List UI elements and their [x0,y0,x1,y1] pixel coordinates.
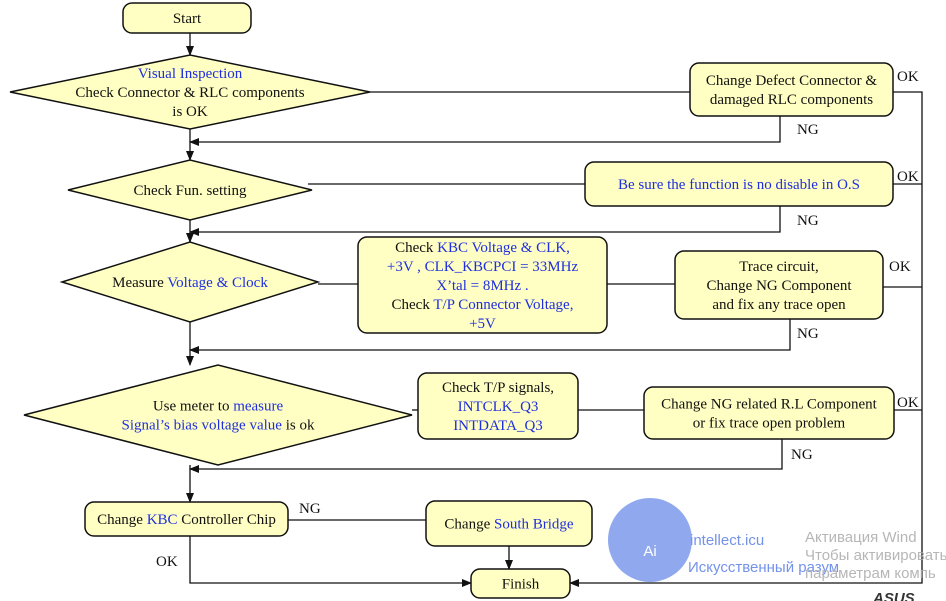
node-rl: Change NG related R.L Component or fix tr… [643,386,895,440]
node-text: +3V , CLK_KBCPCI = 33MHz [387,259,579,275]
node-text-line: Start [173,11,202,27]
edge-label-ng2: NG [797,213,819,229]
node-text: Use meter to [153,399,233,415]
flowchart: Start Visual Inspection Check Connector & … [9,2,946,601]
edge-label-ok1: OK [897,69,919,85]
node-text-line: Change NG related R.L Component [661,397,877,413]
watermark-logo-icon [608,498,692,582]
edge-label-ok3: OK [889,259,911,275]
node-text: damaged RLC components [710,92,873,108]
node-text: Visual Inspection [138,66,243,82]
node-sure: Be sure the function is no disable in O.… [584,161,894,207]
node-text-line: +3V , CLK_KBCPCI = 33MHz [387,259,579,275]
edge-label-ng3: NG [797,326,819,342]
node-text: is ok [282,418,315,434]
watermark-logo-mark: Ai [643,543,656,560]
node-kbc: Change KBC Controller Chip [84,501,289,537]
node-text: Check [395,240,437,256]
node-text: +5V [469,316,496,332]
node-text: Change Defect Connector & [706,73,878,89]
node-defect: Change Defect Connector & damaged RLC com… [689,62,894,117]
node-text-line: Visual Inspection [138,66,243,82]
process-box [689,62,894,117]
node-text-line: Use meter to measure [153,399,284,415]
node-text: Change [444,517,494,533]
node-text-line: Change South Bridge [444,517,574,533]
node-text: Check Fun. setting [134,183,247,199]
node-tp: Check T/P signals, INTCLK_Q3 INTDATA_Q3 [417,372,579,440]
edge-label-ok4: OK [897,395,919,411]
node-text: and fix any trace open [712,297,846,313]
activation-line: параметрам компь [805,565,936,582]
node-sb: Change South Bridge [425,500,593,547]
node-text: T/P Connector Voltage, [433,297,573,313]
node-text-line: X’tal = 8MHz . [436,278,528,294]
node-trace: Trace circuit, Change NG Component and fix… [674,250,884,320]
brand-logo: ASUS [872,590,915,601]
node-text: INTDATA_Q3 [453,418,543,434]
node-fun: Check Fun. setting [67,159,313,221]
edge-label-ng5: NG [299,501,321,517]
node-text-line: Change KBC Controller Chip [97,512,276,528]
watermark-text: intellect.icu [690,532,764,549]
activation-line: Чтобы активировать [805,547,946,564]
node-text: South Bridge [494,517,574,533]
node-text-line: and fix any trace open [712,297,846,313]
node-text-line: Check T/P signals, [442,380,554,396]
node-text-line: Signal’s bias voltage value is ok [122,418,315,434]
decision-diamond [23,364,413,466]
node-text: X’tal = 8MHz . [436,278,528,294]
node-text: Measure [112,275,167,291]
node-text: KBC [147,512,178,528]
node-text: Check T/P signals, [442,380,554,396]
edge-label-ng1: NG [797,122,819,138]
activation-title: Активация Wind [805,529,917,546]
node-text: INTCLK_Q3 [458,399,539,415]
node-text: Start [173,11,202,27]
connector-line [189,206,781,236]
node-text-line: +5V [469,316,496,332]
node-text: Signal’s bias voltage value [122,418,283,434]
edge-label-ok5: OK [156,554,178,570]
edge-label-ok2: OK [897,169,919,185]
node-text-line: Check Connector & RLC components [75,85,304,101]
node-text-line: or fix trace open problem [693,416,846,432]
node-text-line: Change NG Component [707,278,853,294]
node-text: Change [97,512,147,528]
node-text: Controller Chip [178,512,276,528]
node-text: Voltage & Clock [167,275,268,291]
node-text: Check [392,297,434,313]
connector-line [189,116,781,146]
node-text: is OK [172,104,208,120]
node-start: Start [122,2,252,34]
node-visual: Visual Inspection Check Connector & RLC c… [9,54,371,130]
node-text: Check Connector & RLC components [75,85,304,101]
node-text-line: INTDATA_Q3 [453,418,543,434]
node-text: Be sure the function is no disable in O.… [618,177,860,193]
edge-label-ng4: NG [791,447,813,463]
node-text-line: Change Defect Connector & [706,73,878,89]
node-text-line: Trace circuit, [739,259,818,275]
node-text-line: Be sure the function is no disable in O.… [618,177,860,193]
node-meter: Use meter to measure Signal’s bias voltag… [23,364,413,466]
node-text: Finish [502,577,540,593]
node-text-line: Check Fun. setting [134,183,247,199]
node-text-line: Measure Voltage & Clock [112,275,268,291]
node-kbcv: Check KBC Voltage & CLK, +3V , CLK_KBCPCI… [357,236,608,334]
node-text-line: Check T/P Connector Voltage, [392,297,574,313]
node-text: Trace circuit, [739,259,818,275]
node-text: measure [233,399,283,415]
node-text: or fix trace open problem [693,416,846,432]
node-text: KBC Voltage & CLK, [437,240,570,256]
node-text: Change NG related R.L Component [661,397,877,413]
node-text-line: Finish [502,577,540,593]
node-text-line: is OK [172,104,208,120]
node-measure: Measure Voltage & Clock [59,241,321,323]
node-text-line: damaged RLC components [710,92,873,108]
node-text-line: INTCLK_Q3 [458,399,539,415]
node-finish: Finish [470,568,571,599]
node-text: Change NG Component [707,278,853,294]
node-text-line: Check KBC Voltage & CLK, [395,240,570,256]
